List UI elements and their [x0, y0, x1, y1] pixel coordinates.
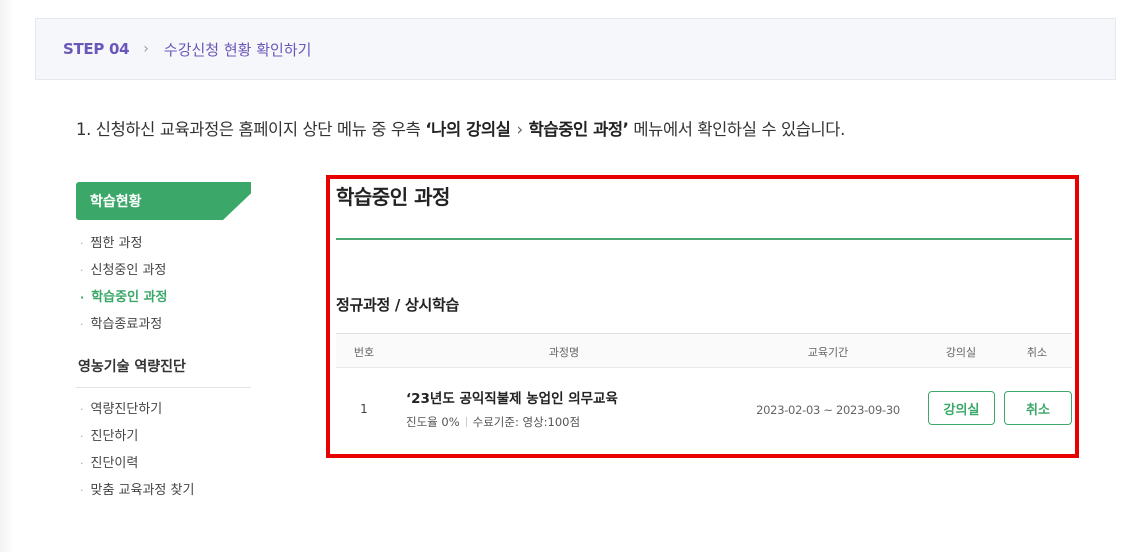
sidebar-item-label: 신청중인 과정 — [90, 263, 167, 278]
bullet-icon: · — [80, 484, 84, 497]
sidebar-item-applying[interactable]: · 신청중인 과정 — [80, 257, 167, 284]
bullet-icon: · — [80, 318, 84, 331]
left-edge-shade — [0, 0, 14, 552]
step-number: STEP 04 — [63, 40, 130, 58]
step-title: 수강신청 현황 확인하기 — [163, 40, 312, 59]
bullet-icon: · — [80, 430, 84, 443]
progress-text: 진도율 0% — [406, 415, 460, 429]
meta-divider — [465, 417, 467, 427]
sidebar-item-label: 학습종료과정 — [90, 317, 163, 332]
sidebar-item-wishlist[interactable]: · 찜한 과정 — [80, 230, 167, 257]
column-header-course: 과정명 — [548, 346, 580, 359]
sidebar-section-title: 영농기술 역량진단 — [76, 356, 251, 388]
table-row: 1 ‘23년도 공익직불제 농업인 의무교육 진도율 0% 수료기준: 영상:10… — [336, 368, 1072, 450]
sidebar-item-completed[interactable]: · 학습종료과정 — [80, 311, 167, 338]
sidebar-header[interactable]: 학습현황 — [76, 182, 251, 220]
instruction-menu-learning: 학습중인 과정’ — [528, 120, 629, 139]
sidebar-menu-learning-status: · 찜한 과정 · 신청중인 과정 · 학습중인 과정 · 학습종료과정 — [80, 230, 167, 338]
sidebar-item-competency-diagnosis[interactable]: · 역량진단하기 — [80, 396, 194, 423]
sidebar-item-diagnosis-history[interactable]: · 진단이력 — [80, 450, 194, 477]
column-header-cancel: 취소 — [1026, 346, 1048, 359]
sidebar-menu-diagnosis: · 역량진단하기 · 진단하기 · 진단이력 · 맞춤 교육과정 찾기 — [80, 396, 194, 504]
column-header-room: 강의실 — [945, 346, 977, 359]
title-divider — [336, 238, 1072, 240]
instruction-text: 1. 신청하신 교육과정은 홈페이지 상단 메뉴 중 우측 ‘나의 강의실 › 학습… — [76, 116, 845, 140]
bullet-icon: · — [80, 403, 84, 416]
course-meta: 진도율 0% 수료기준: 영상:100점 — [406, 414, 580, 430]
classroom-button[interactable]: 강의실 — [928, 391, 995, 425]
cancel-button[interactable]: 취소 — [1004, 391, 1072, 425]
course-title[interactable]: ‘23년도 공익직불제 농업인 의무교육 — [406, 387, 618, 407]
sidebar-item-label: 학습중인 과정 — [91, 290, 168, 305]
instruction-suffix: 메뉴에서 확인하실 수 있습니다. — [628, 120, 845, 139]
bullet-icon: · — [80, 291, 85, 304]
instruction-menu-my-room: ‘나의 강의실 — [425, 120, 511, 139]
instruction-chevron-icon: › — [516, 120, 523, 139]
sidebar-item-diagnose[interactable]: · 진단하기 — [80, 423, 194, 450]
row-number: 1 — [360, 402, 368, 416]
sidebar-item-label: 진단하기 — [90, 429, 139, 444]
sidebar-item-label: 역량진단하기 — [90, 402, 163, 417]
column-header-no: 번호 — [353, 346, 375, 359]
page-title: 학습중인 과정 — [336, 185, 450, 209]
section-title: 정규과정 / 상시학습 — [336, 296, 460, 314]
bullet-icon: · — [80, 264, 84, 277]
completion-criteria: 수료기준: 영상:100점 — [472, 415, 581, 429]
sidebar-item-label: 찜한 과정 — [90, 236, 143, 251]
bullet-icon: · — [80, 237, 84, 250]
sidebar-item-find-course[interactable]: · 맞춤 교육과정 찾기 — [80, 477, 194, 504]
column-header-period: 교육기간 — [807, 346, 849, 359]
step-banner: STEP 04 › 수강신청 현황 확인하기 — [35, 18, 1116, 80]
bullet-icon: · — [80, 457, 84, 470]
table-header: 번호 과정명 교육기간 강의실 취소 — [336, 333, 1072, 368]
sidebar-item-learning[interactable]: · 학습중인 과정 — [80, 284, 167, 311]
sidebar-item-label: 맞춤 교육과정 찾기 — [90, 483, 195, 498]
sidebar-item-label: 진단이력 — [90, 456, 139, 471]
instruction-prefix: 1. 신청하신 교육과정은 홈페이지 상단 메뉴 중 우측 — [76, 120, 426, 139]
chevron-right-icon: › — [143, 41, 149, 57]
course-period: 2023-02-03 ~ 2023-09-30 — [756, 403, 900, 417]
